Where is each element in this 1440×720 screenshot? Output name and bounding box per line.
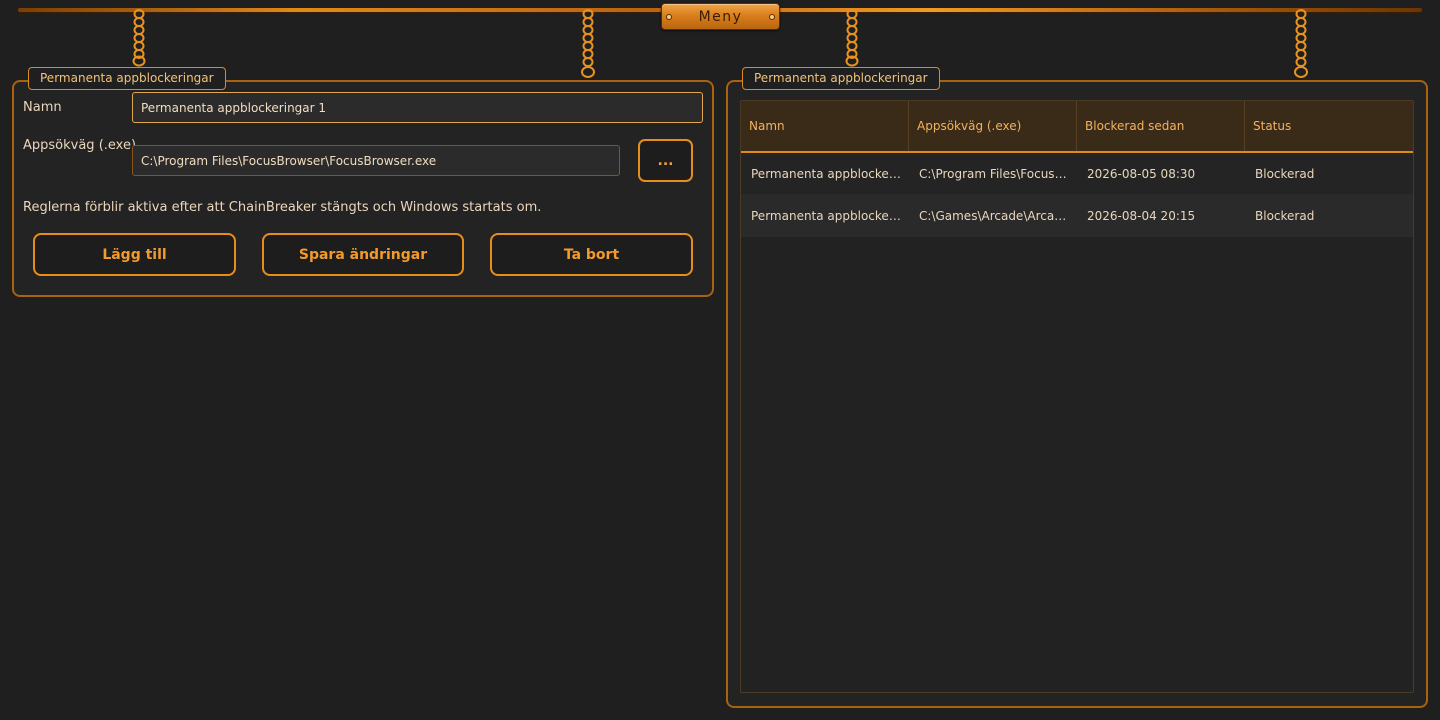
column-header-name[interactable]: Namn	[741, 101, 909, 151]
cell-name: Permanenta appblockeringar 2	[751, 208, 909, 223]
edit-panel-title: Permanenta appblockeringar	[28, 67, 226, 90]
save-changes-button[interactable]: Spara ändringar	[262, 233, 464, 276]
rivet-icon	[769, 14, 775, 20]
cell-path: C:\Program Files\FocusBrowser\FocusBrows…	[919, 166, 1077, 181]
name-input[interactable]	[132, 92, 703, 123]
add-button[interactable]: Lägg till	[33, 233, 236, 276]
table-row[interactable]: Permanenta appblockeringar 1 C:\Program …	[741, 153, 1413, 195]
chain-decoration	[132, 8, 146, 68]
cell-status: Blockerad	[1255, 208, 1315, 223]
rivet-icon	[666, 14, 672, 20]
path-input[interactable]	[132, 145, 620, 176]
chain-decoration	[1294, 8, 1308, 80]
path-label: Appsökväg (.exe)	[23, 138, 137, 153]
column-header-path[interactable]: Appsökväg (.exe)	[909, 101, 1077, 151]
cell-name: Permanenta appblockeringar 1	[751, 166, 909, 181]
list-panel-title: Permanenta appblockeringar	[742, 67, 940, 90]
table-header: Namn Appsökväg (.exe) Blockerad sedan St…	[741, 101, 1413, 153]
column-header-blocked-since[interactable]: Blockerad sedan	[1077, 101, 1245, 151]
table-body: Permanenta appblockeringar 1 C:\Program …	[741, 153, 1413, 237]
app-window: Meny Permanenta appblockeringar Namn App…	[0, 0, 1440, 720]
menu-button-label: Meny	[698, 8, 743, 25]
cell-path: C:\Games\Arcade\Arcade.exe	[919, 208, 1077, 223]
info-text: Reglerna förblir aktiva efter att ChainB…	[23, 200, 542, 215]
table-row[interactable]: Permanenta appblockeringar 2 C:\Games\Ar…	[741, 195, 1413, 237]
browse-button[interactable]: ...	[638, 139, 693, 182]
chain-decoration	[581, 8, 595, 80]
menu-button[interactable]: Meny	[661, 3, 780, 30]
chain-decoration	[845, 8, 859, 68]
cell-blocked-since: 2026-08-04 20:15	[1087, 208, 1196, 223]
delete-button[interactable]: Ta bort	[490, 233, 693, 276]
blocks-table: Namn Appsökväg (.exe) Blockerad sedan St…	[740, 100, 1414, 693]
name-label: Namn	[23, 100, 62, 115]
column-header-status[interactable]: Status	[1245, 101, 1413, 151]
cell-blocked-since: 2026-08-05 08:30	[1087, 166, 1196, 181]
cell-status: Blockerad	[1255, 166, 1315, 181]
